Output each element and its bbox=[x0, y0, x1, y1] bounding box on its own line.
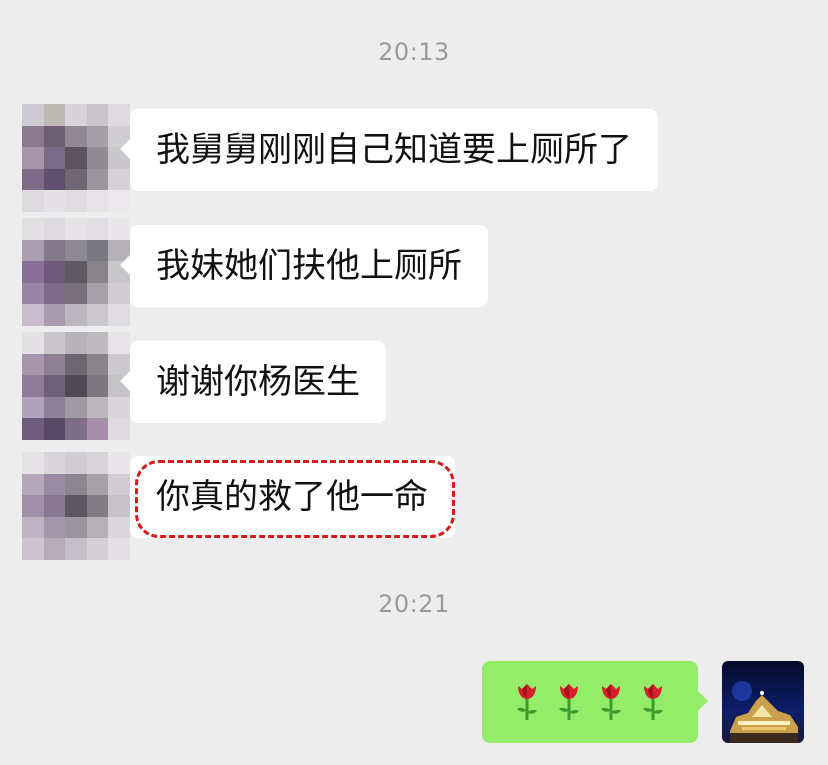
message-bubble[interactable]: 你真的救了他一命 bbox=[130, 456, 455, 538]
contact-avatar[interactable] bbox=[22, 218, 130, 326]
timestamp: 20:13 bbox=[378, 38, 450, 66]
contact-avatar[interactable] bbox=[22, 104, 130, 212]
message-bubble[interactable]: 我妹她们扶他上厕所 bbox=[120, 225, 488, 307]
rose-icon bbox=[643, 684, 663, 720]
night-building-photo bbox=[722, 661, 804, 743]
message-bubble[interactable]: 谢谢你杨医生 bbox=[120, 341, 386, 423]
message-bubble[interactable]: 我舅舅刚刚自己知道要上厕所了 bbox=[120, 109, 658, 191]
rose-icon bbox=[517, 684, 537, 720]
contact-avatar[interactable] bbox=[22, 452, 130, 560]
rose-icon bbox=[559, 684, 579, 720]
rose-icon bbox=[601, 684, 621, 720]
timestamp: 20:21 bbox=[378, 590, 450, 618]
contact-avatar[interactable] bbox=[22, 332, 130, 440]
my-avatar[interactable] bbox=[722, 661, 804, 743]
outgoing-message-bubble[interactable] bbox=[482, 661, 708, 743]
